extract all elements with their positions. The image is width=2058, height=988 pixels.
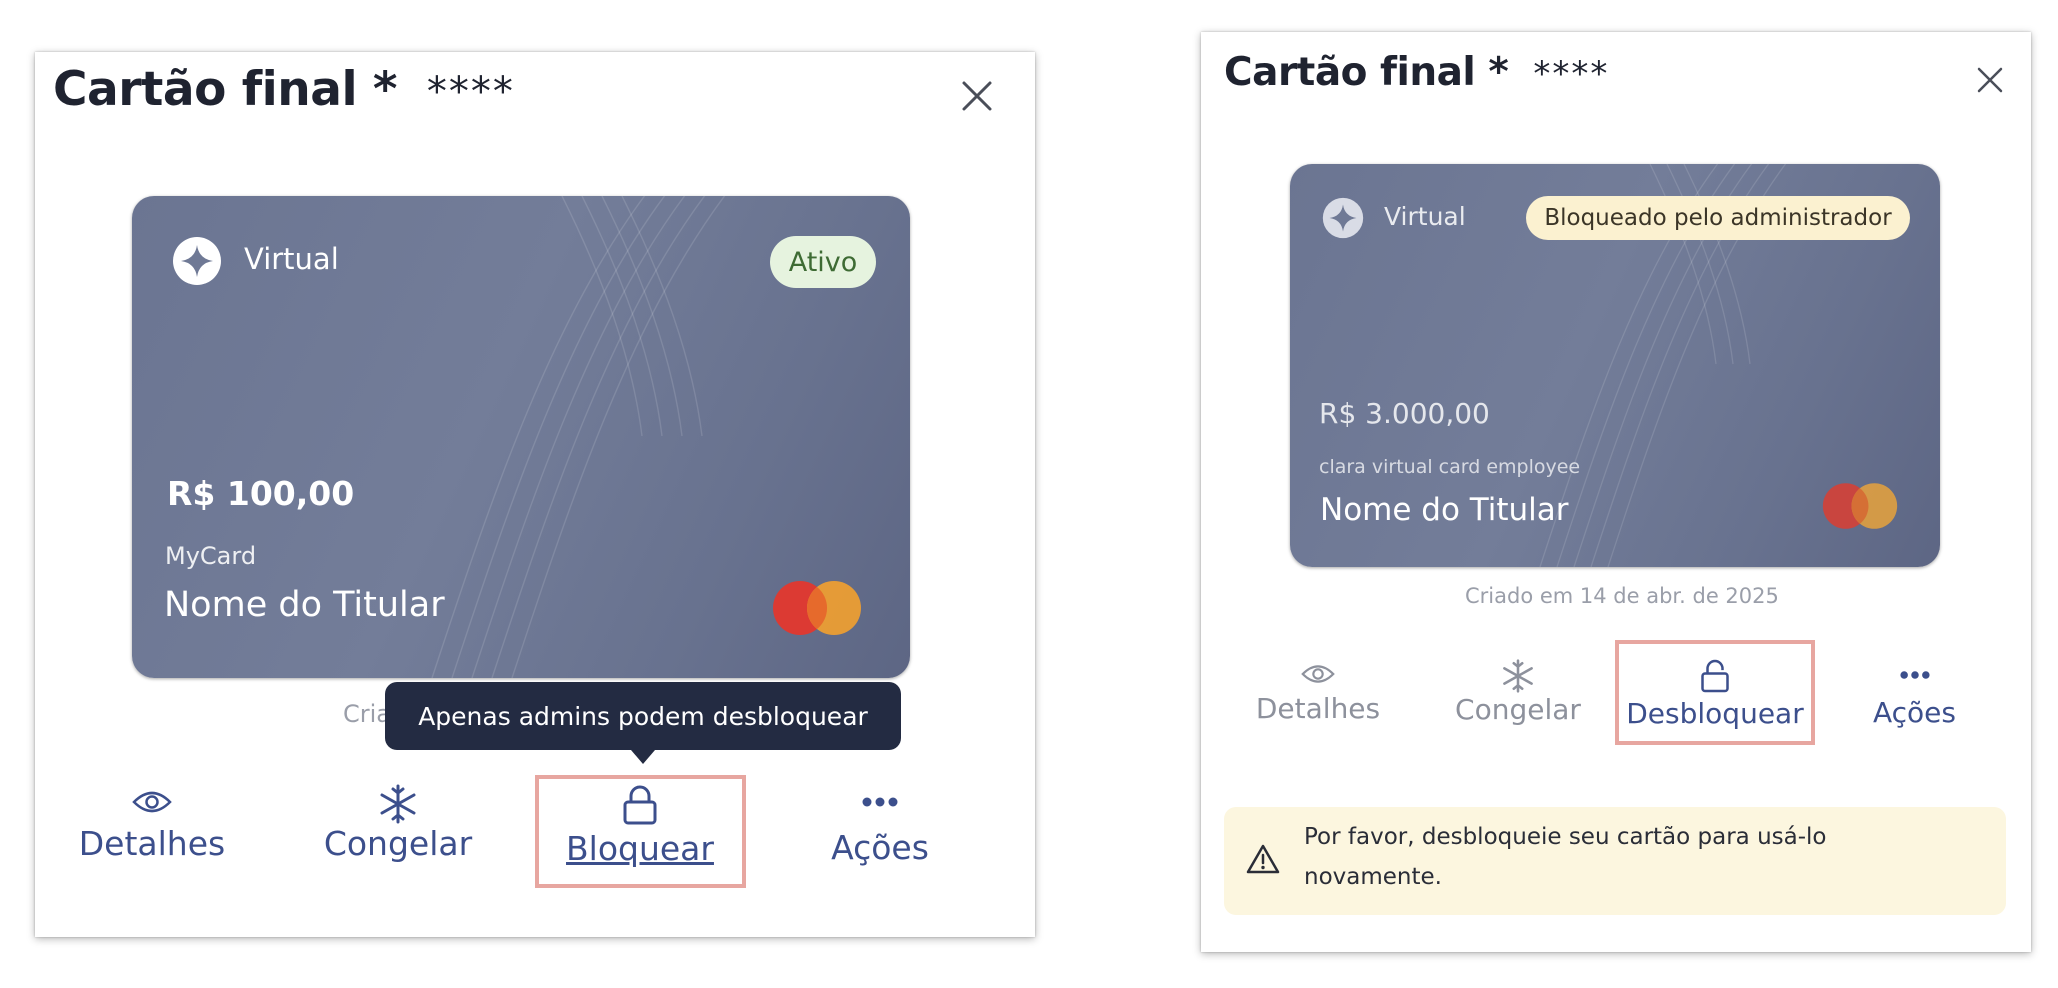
- warning-icon: [1246, 844, 1280, 874]
- freeze-label: Congelar: [323, 824, 473, 863]
- card-type-label: Virtual: [1384, 202, 1466, 231]
- eye-icon: [132, 791, 172, 813]
- freeze-label: Congelar: [1455, 693, 1581, 726]
- close-icon[interactable]: [961, 80, 993, 112]
- unlock-warning-banner: Por favor, desbloqueie seu cartão para u…: [1224, 807, 2006, 915]
- more-actions-label: Ações: [831, 828, 929, 867]
- unlock-button[interactable]: Desbloquear: [1620, 659, 1810, 730]
- details-button[interactable]: Detalhes: [77, 788, 227, 863]
- modal-title: Cartão final * ****: [1224, 50, 1609, 95]
- created-date: Cria: [343, 700, 391, 728]
- freeze-button[interactable]: Congelar: [318, 784, 478, 863]
- created-date: Criado em 14 de abr. de 2025: [1465, 584, 1779, 608]
- virtual-card[interactable]: Virtual Ativo R$ 100,00 MyCard Nome do T…: [132, 196, 910, 678]
- card-holder: Nome do Titular: [164, 585, 445, 625]
- card-number-mask: ****: [1533, 54, 1610, 94]
- more-dots-icon: [1899, 671, 1930, 679]
- freeze-button[interactable]: Congelar: [1450, 659, 1586, 726]
- mastercard-logo: [773, 581, 861, 635]
- unlock-label: Desbloquear: [1626, 697, 1804, 730]
- lock-icon: [623, 785, 657, 825]
- card-holder: Nome do Titular: [1320, 492, 1569, 528]
- eye-icon: [1301, 665, 1335, 683]
- snowflake-icon: [1503, 659, 1533, 693]
- card-name: MyCard: [165, 542, 257, 570]
- mastercard-logo: [1822, 483, 1898, 529]
- status-badge: Ativo: [770, 236, 876, 288]
- status-badge: Bloqueado pelo administrador: [1526, 196, 1910, 240]
- title-text: Cartão final *: [53, 62, 398, 117]
- more-dots-icon: [862, 797, 898, 807]
- snowflake-icon: [380, 784, 416, 824]
- tooltip-admin-only: Apenas admins podem desbloquear: [385, 682, 901, 764]
- card-modal-right: Cartão final * **** Virtual Bloqueado pe…: [1201, 32, 2031, 952]
- details-label: Detalhes: [1255, 692, 1381, 725]
- card-amount: R$ 100,00: [167, 474, 355, 513]
- warning-text: Por favor, desbloqueie seu cartão para u…: [1304, 824, 1827, 890]
- card-name: clara virtual card employee: [1319, 456, 1581, 478]
- more-actions-button[interactable]: Ações: [815, 796, 945, 867]
- card-modal-left: Cartão final * **** Virtual Ativo R$ 100…: [35, 52, 1035, 937]
- lock-label: Bloquear: [566, 829, 714, 868]
- sparkle-icon: [173, 237, 221, 285]
- lock-button[interactable]: Bloquear: [555, 785, 725, 868]
- details-label: Detalhes: [78, 824, 226, 863]
- card-type-label: Virtual: [244, 242, 339, 276]
- card-number-mask: ****: [426, 69, 515, 115]
- title-text: Cartão final *: [1224, 50, 1509, 95]
- close-icon[interactable]: [1977, 67, 2003, 93]
- unlock-icon: [1701, 659, 1729, 693]
- more-actions-label: Ações: [1872, 696, 1956, 729]
- details-button[interactable]: Detalhes: [1253, 662, 1383, 725]
- modal-title: Cartão final * ****: [53, 62, 515, 117]
- sparkle-icon: [1322, 197, 1364, 239]
- more-actions-button[interactable]: Ações: [1857, 670, 1972, 729]
- virtual-card[interactable]: Virtual Bloqueado pelo administrador R$ …: [1290, 164, 1940, 567]
- card-amount: R$ 3.000,00: [1319, 397, 1490, 430]
